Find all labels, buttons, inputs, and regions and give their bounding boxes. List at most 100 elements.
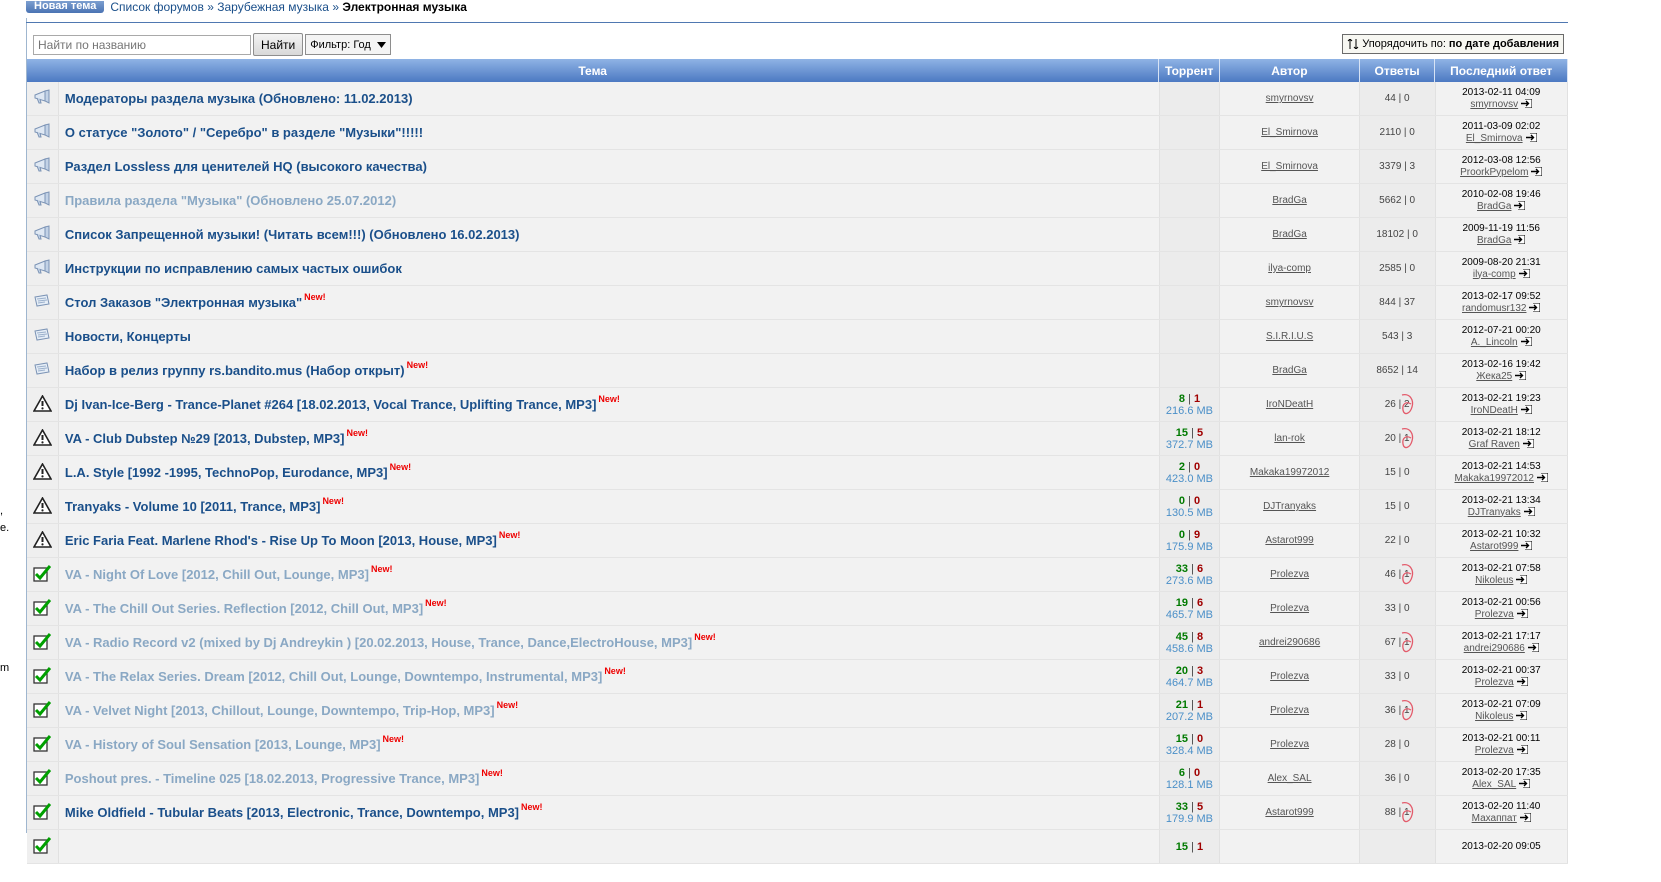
breadcrumb-forum-list[interactable]: Список форумов (110, 0, 204, 14)
topic-title-link[interactable]: VA - History of Soul Sensation [2013, Lo… (65, 737, 381, 752)
topic-title-link[interactable]: VA - Club Dubstep №29 [2013, Dubstep, MP… (65, 431, 345, 446)
topic-title-link[interactable]: L.A. Style [1992 -1995, TechnoPop, Eurod… (65, 465, 388, 480)
last-reply-user-link[interactable]: Prolezva (1475, 609, 1514, 620)
topic-title-link[interactable]: Инструкции по исправлению самых частых о… (65, 261, 402, 276)
author-link[interactable]: Alex_SAL (1268, 773, 1312, 784)
topic-title-link[interactable]: Poshout pres. - Timeline 025 [18.02.2013… (65, 771, 480, 786)
go-to-last-post-icon[interactable] (1519, 813, 1531, 823)
topic-title-link[interactable]: VA - Velvet Night [2013, Chillout, Loung… (65, 703, 495, 718)
author-link[interactable]: Astarot999 (1265, 535, 1313, 546)
last-reply-user-link[interactable]: IroNDeatH (1471, 405, 1518, 416)
topic-title-link[interactable]: Список Запрещенной музыки! (Читать всем!… (65, 227, 520, 242)
go-to-last-post-icon[interactable] (1521, 99, 1533, 109)
author-link[interactable]: BradGa (1272, 229, 1306, 240)
author-link[interactable]: El_Smirnova (1261, 161, 1318, 172)
author-link[interactable]: andrei290686 (1259, 637, 1320, 648)
last-reply-user-link[interactable]: Graf Raven (1469, 439, 1520, 450)
column-header-answers[interactable]: Ответы (1360, 59, 1436, 82)
topic-title-link[interactable]: О статусе "Золото" / "Серебро" в разделе… (65, 125, 423, 140)
go-to-last-post-icon[interactable] (1514, 235, 1526, 245)
topic-title-link[interactable]: VA - Night Of Love [2012, Chill Out, Lou… (65, 567, 369, 582)
topic-title-link[interactable]: Стол Заказов "Электронная музыка" (65, 295, 302, 310)
last-reply-user-link[interactable]: ilya-comp (1473, 269, 1516, 280)
author-link[interactable]: smyrnovsv (1266, 297, 1314, 308)
go-to-last-post-icon[interactable] (1516, 711, 1528, 721)
topic-title-link[interactable]: VA - The Chill Out Series. Reflection [2… (65, 601, 423, 616)
breadcrumb-foreign-music[interactable]: Зарубежная музыка (217, 0, 329, 14)
go-to-last-post-icon[interactable] (1514, 201, 1526, 211)
author-link[interactable]: IroNDeatH (1266, 399, 1313, 410)
last-reply-user-link[interactable]: smyrnovsv (1470, 99, 1518, 110)
topic-title-link[interactable]: Набор в релиз группу rs.bandito.mus (Наб… (65, 363, 405, 378)
author-link[interactable]: ilya-comp (1268, 263, 1311, 274)
author-link[interactable]: Prolezva (1270, 739, 1309, 750)
topic-title-link[interactable]: VA - The Relax Series. Dream [2012, Chil… (65, 669, 602, 684)
go-to-last-post-icon[interactable] (1518, 269, 1530, 279)
last-reply-user-link[interactable]: Astarot999 (1470, 541, 1518, 552)
go-to-last-post-icon[interactable] (1516, 677, 1528, 687)
year-filter-select[interactable]: Фильтр: Год (305, 34, 391, 55)
go-to-last-post-icon[interactable] (1531, 167, 1543, 177)
last-reply-user-link[interactable]: andrei290686 (1464, 643, 1525, 654)
go-to-last-post-icon[interactable] (1525, 133, 1537, 143)
topic-title-link[interactable]: Eric Faria Feat. Marlene Rhod's - Rise U… (65, 533, 497, 548)
author-link[interactable]: BradGa (1272, 365, 1306, 376)
last-reply-user-link[interactable]: DJTranyaks (1468, 507, 1521, 518)
topic-title-link[interactable]: Dj Ivan-Ice-Berg - Trance-Planet #264 [1… (65, 397, 597, 412)
go-to-last-post-icon[interactable] (1527, 643, 1539, 653)
go-to-last-post-icon[interactable] (1519, 779, 1531, 789)
go-to-last-post-icon[interactable] (1520, 405, 1532, 415)
go-to-last-post-icon[interactable] (1523, 507, 1535, 517)
go-to-last-post-icon[interactable] (1529, 303, 1541, 313)
column-header-author[interactable]: Автор (1220, 59, 1360, 82)
go-to-last-post-icon[interactable] (1516, 609, 1528, 619)
column-header-topic[interactable]: Тема (27, 59, 1160, 82)
author-link[interactable]: El_Smirnova (1261, 127, 1318, 138)
go-to-last-post-icon[interactable] (1515, 371, 1527, 381)
author-link[interactable]: DJTranyaks (1263, 501, 1316, 512)
last-reply-user-link[interactable]: Nikoleus (1475, 711, 1513, 722)
go-to-last-post-icon[interactable] (1520, 337, 1532, 347)
author-link[interactable]: Prolezva (1270, 569, 1309, 580)
author-link[interactable]: Prolezva (1270, 671, 1309, 682)
column-header-torrent[interactable]: Торрент (1159, 59, 1221, 82)
go-to-last-post-icon[interactable] (1522, 439, 1534, 449)
last-reply-user-link[interactable]: A._Lincoln (1471, 337, 1518, 348)
topic-title-link[interactable]: Раздел Lossless для ценителей HQ (высоко… (65, 159, 427, 174)
last-reply-user-link[interactable]: randomusr132 (1462, 303, 1526, 314)
column-header-last-reply[interactable]: Последний ответ (1435, 59, 1568, 82)
go-to-last-post-icon[interactable] (1521, 541, 1533, 551)
sort-button[interactable]: Упорядочить по: по дате добавления (1342, 34, 1564, 54)
last-reply-user-link[interactable]: Prolezva (1475, 745, 1514, 756)
author-link[interactable]: BradGa (1272, 195, 1306, 206)
last-reply-user-link[interactable]: Prolezva (1475, 677, 1514, 688)
author-link[interactable]: Makaka19972012 (1250, 467, 1330, 478)
find-button[interactable]: Найти (253, 33, 304, 56)
author-link[interactable]: lan-rok (1274, 433, 1305, 444)
go-to-last-post-icon[interactable] (1516, 745, 1528, 755)
last-reply-user-link[interactable]: Makaka19972012 (1454, 473, 1534, 484)
new-topic-button[interactable]: Новая тема (26, 1, 105, 13)
topic-title-link[interactable]: Модераторы раздела музыка (Обновлено: 11… (65, 91, 413, 106)
last-reply-user-link[interactable]: BradGa (1477, 235, 1511, 246)
author-link[interactable]: smyrnovsv (1266, 93, 1314, 104)
go-to-last-post-icon[interactable] (1516, 575, 1528, 585)
topic-title-link[interactable]: Tranyaks - Volume 10 [2011, Trance, MP3] (65, 499, 321, 514)
last-reply-user-link[interactable]: Жека25 (1476, 371, 1512, 382)
last-reply-user-link[interactable]: El_Smirnova (1466, 133, 1523, 144)
topic-title-link[interactable]: Новости, Концерты (65, 329, 191, 344)
last-reply-user-link[interactable]: ProorkPypelom (1460, 167, 1528, 178)
author-link[interactable]: S.I.R.I.U.S (1266, 331, 1313, 342)
last-reply-user-link[interactable]: BradGa (1477, 201, 1511, 212)
topic-title-link[interactable]: Правила раздела "Музыка" (Обновлено 25.0… (65, 193, 396, 208)
topic-title-link[interactable]: VA - Radio Record v2 (mixed by Dj Andrey… (65, 635, 692, 650)
author-link[interactable]: Prolezva (1270, 705, 1309, 716)
topic-title-link[interactable]: Mike Oldfield - Tubular Beats [2013, Ele… (65, 805, 519, 820)
last-reply-user-link[interactable]: Махаппат (1472, 813, 1517, 824)
author-link[interactable]: Astarot999 (1265, 807, 1313, 818)
search-input[interactable] (33, 34, 251, 55)
go-to-last-post-icon[interactable] (1537, 473, 1548, 483)
author-link[interactable]: Prolezva (1270, 603, 1309, 614)
last-reply-user-link[interactable]: Nikoleus (1475, 575, 1513, 586)
last-reply-user-link[interactable]: Alex_SAL (1472, 779, 1516, 790)
